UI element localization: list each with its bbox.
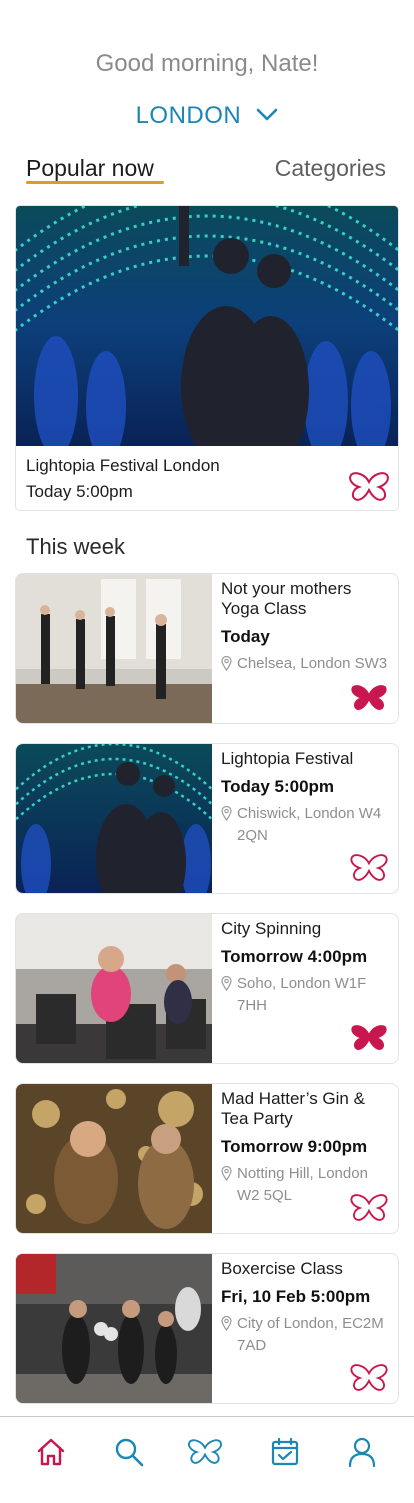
profile-icon[interactable] xyxy=(345,1435,379,1469)
event-image-lightopia xyxy=(16,744,212,893)
event-name: Mad Hatter’s Gin & Tea Party xyxy=(221,1089,365,1128)
event-card[interactable]: Mad Hatter’s Gin & Tea Party Tomorrow 9:… xyxy=(15,1083,399,1234)
tab-popular-now[interactable]: Popular now xyxy=(26,155,154,182)
featured-event-image xyxy=(16,206,398,446)
tab-categories[interactable]: Categories xyxy=(275,155,386,182)
favorite-butterfly-icon[interactable] xyxy=(349,472,389,507)
event-image-yoga xyxy=(16,574,212,723)
event-time: Tomorrow 9:00pm xyxy=(221,1137,368,1156)
event-image-spinning xyxy=(16,914,212,1063)
greeting-text: Good morning, Nate! xyxy=(95,50,319,77)
featured-event-time: Today 5:00pm xyxy=(26,482,133,501)
favorite-butterfly-filled-icon[interactable] xyxy=(350,684,388,717)
event-time: Tomorrow 4:00pm xyxy=(221,947,368,966)
event-time: Today xyxy=(221,627,270,646)
featured-event-card[interactable]: Lightopia Festival London Today 5:00pm xyxy=(15,205,399,511)
section-title-this-week: This week xyxy=(26,534,126,559)
location-pin-icon xyxy=(221,1165,232,1188)
favorite-butterfly-icon[interactable] xyxy=(350,1194,388,1227)
butterfly-icon[interactable] xyxy=(188,1435,222,1469)
favorite-butterfly-filled-icon[interactable] xyxy=(350,1024,388,1057)
event-name: Boxercise Class xyxy=(221,1259,343,1278)
bottom-nav-bar xyxy=(0,1416,414,1503)
event-location: Soho, London W1F 7HH xyxy=(221,973,392,1017)
city-selector[interactable]: LONDON xyxy=(0,102,414,131)
location-pin-icon xyxy=(221,1315,232,1338)
location-pin-icon xyxy=(221,805,232,828)
event-card[interactable]: Lightopia Festival Today 5:00pm Chiswick… xyxy=(15,743,399,894)
home-icon[interactable] xyxy=(34,1435,68,1469)
event-name: City Spinning xyxy=(221,919,322,938)
active-tab-indicator xyxy=(26,181,164,184)
event-location: Chiswick, London W4 2QN xyxy=(221,803,392,847)
event-card[interactable]: Not your mothers Yoga Class Today Chelse… xyxy=(15,573,399,724)
chevron-down-icon xyxy=(256,101,278,129)
calendar-icon[interactable] xyxy=(268,1435,302,1469)
event-image-boxercise xyxy=(16,1254,212,1403)
event-time: Fri, 10 Feb 5:00pm xyxy=(221,1287,371,1306)
featured-event-title: Lightopia Festival London xyxy=(26,456,220,475)
location-pin-icon xyxy=(221,655,232,678)
event-location: Chelsea, London SW3 xyxy=(221,653,392,675)
favorite-butterfly-icon[interactable] xyxy=(350,854,388,887)
favorite-butterfly-icon[interactable] xyxy=(350,1364,388,1397)
location-pin-icon xyxy=(221,975,232,998)
city-label: LONDON xyxy=(135,102,242,129)
event-location: City of London, EC2M 7AD xyxy=(221,1313,392,1357)
event-card[interactable]: Boxercise Class Fri, 10 Feb 5:00pm City … xyxy=(15,1253,399,1404)
event-time: Today 5:00pm xyxy=(221,777,335,796)
event-name: Lightopia Festival xyxy=(221,749,354,768)
event-image-gin-tea-party xyxy=(16,1084,212,1233)
event-card[interactable]: City Spinning Tomorrow 4:00pm Soho, Lond… xyxy=(15,913,399,1064)
search-icon[interactable] xyxy=(112,1435,146,1469)
event-name: Not your mothers Yoga Class xyxy=(221,579,352,618)
